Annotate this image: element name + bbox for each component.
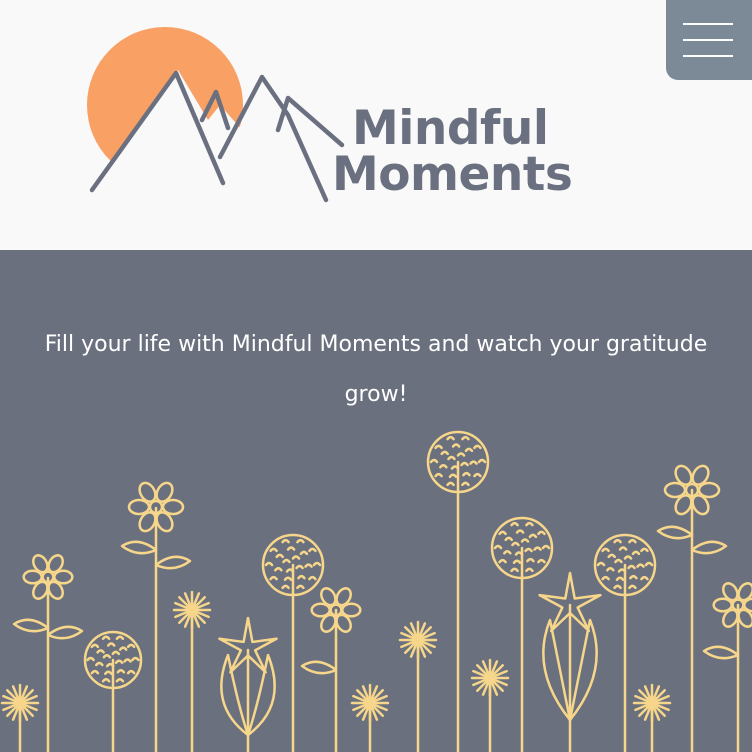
hero-section: Fill your life with Mindful Moments and …	[0, 250, 752, 752]
brand-line-2: Moments	[332, 147, 573, 202]
brand-wordmark: Mindful Moments	[332, 101, 573, 202]
flower-illustration	[0, 430, 752, 752]
page: Mindful Moments Fill your life with Mind…	[0, 0, 752, 752]
brand-line-1: Mindful	[352, 101, 549, 156]
site-header: Mindful Moments	[0, 0, 752, 250]
hamburger-menu-button[interactable]	[666, 0, 752, 80]
